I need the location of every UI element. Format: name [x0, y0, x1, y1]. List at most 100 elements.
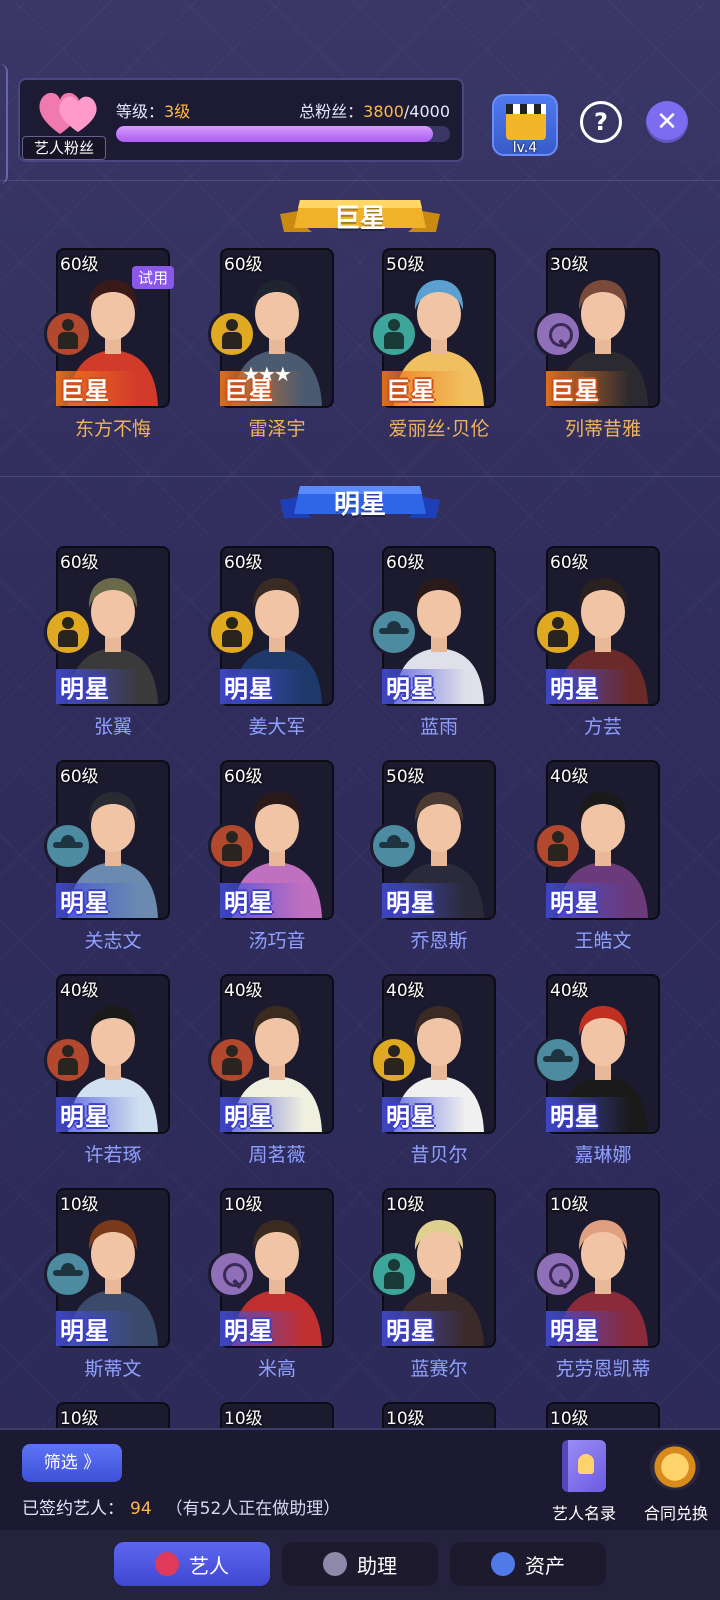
artist-rank-label: 明星 [56, 883, 140, 918]
star-card-partial[interactable]: 10级 [220, 1402, 334, 1428]
artist-rank-label: 明星 [220, 883, 304, 918]
lips-icon [155, 1552, 179, 1576]
artist-rank-label: 明星 [220, 669, 304, 704]
tab-assets-label: 资产 [525, 1553, 565, 1578]
artist-name: 米高 [257, 1358, 296, 1380]
artist-rank-label: 明星 [382, 1097, 466, 1132]
star-card[interactable]: 40级 明星 周茗薇 [208, 974, 334, 1166]
help-button[interactable]: ? [580, 101, 622, 143]
artist-name: 许若琢 [84, 1144, 142, 1166]
artist-level: 40级 [550, 981, 589, 1001]
artist-name: 克劳恩凯蒂 [555, 1358, 651, 1380]
section-divider [0, 476, 720, 477]
signed-count: 94 [130, 1499, 152, 1519]
artist-rank-label: 巨星 [382, 371, 466, 406]
superstar-card[interactable]: 50级 巨星 爱丽丝·贝伦 [370, 248, 496, 440]
star-section-title: 明星 [333, 490, 386, 520]
artist-rank-label: 明星 [382, 669, 466, 704]
role-badge-icon [208, 1036, 256, 1084]
role-badge-icon [534, 1036, 582, 1084]
star-card-partial[interactable]: 10级 [546, 1402, 660, 1428]
artist-level: 40级 [386, 981, 425, 1001]
contract-folder-icon [650, 1444, 700, 1490]
tab-assistants-label: 助理 [357, 1553, 397, 1578]
artist-name: 爱丽丝·贝伦 [388, 418, 490, 440]
star-card-partial[interactable]: 10级 [382, 1402, 496, 1428]
superstar-card[interactable]: 60级 巨星 雷泽宇 ★★★ [208, 248, 334, 440]
clapboard-icon [506, 104, 546, 140]
tab-artists[interactable]: 艺人 [114, 1542, 270, 1586]
superstar-section-title: 巨星 [333, 204, 386, 234]
artist-level: 10级 [224, 1195, 263, 1215]
header-divider [0, 180, 720, 181]
role-badge-icon [534, 608, 582, 656]
artist-level: 10级 [550, 1195, 589, 1215]
artist-level: 60级 [60, 767, 99, 787]
star-card[interactable]: 60级 明星 张翼 [44, 546, 170, 738]
star-card-partial[interactable]: 10级 [56, 1402, 170, 1428]
tab-assets[interactable]: 资产 [450, 1542, 606, 1586]
star-card[interactable]: 10级 明星 蓝赛尔 [370, 1188, 496, 1380]
role-badge-icon [208, 822, 256, 870]
artist-name: 斯蒂文 [84, 1358, 142, 1380]
role-badge-icon [370, 1036, 418, 1084]
star-card[interactable]: 10级 明星 克劳恩凯蒂 [534, 1188, 660, 1380]
artist-level: 10级 [224, 1409, 263, 1428]
fan-level-text: 等级：3级 [116, 98, 190, 122]
star-card[interactable]: 10级 明星 斯蒂文 [44, 1188, 170, 1380]
left-edge-handle [0, 64, 8, 184]
artist-rank-label: 明星 [56, 1097, 140, 1132]
tab-assistants[interactable]: 助理 [282, 1542, 438, 1586]
filter-button[interactable]: 筛选 》 [22, 1444, 122, 1482]
artist-rank-label: 明星 [546, 883, 630, 918]
artist-name: 昔贝尔 [410, 1144, 468, 1166]
superstar-card[interactable]: 30级 巨星 列蒂昔雅 [534, 248, 660, 440]
trial-badge: 试用 [131, 266, 174, 289]
role-badge-icon [370, 822, 418, 870]
close-button[interactable]: ✕ [646, 101, 688, 143]
artist-level: 50级 [386, 767, 425, 787]
role-badge-icon [370, 608, 418, 656]
role-badge-icon [44, 822, 92, 870]
star-card[interactable]: 60级 明星 姜大军 [208, 546, 334, 738]
contract-exchange-button[interactable]: 合同兑换 [636, 1436, 716, 1526]
star-card[interactable]: 50级 明星 乔恩斯 [370, 760, 496, 952]
tab-artists-label: 艺人 [189, 1553, 229, 1578]
star-card[interactable]: 60级 明星 关志文 [44, 760, 170, 952]
star-card[interactable]: 40级 明星 许若琢 [44, 974, 170, 1166]
double-heart-icon [39, 92, 97, 134]
clapboard-level-button[interactable]: lv.4 [492, 94, 558, 156]
signed-note: （有52人正在做助理） [165, 1499, 341, 1519]
star-card[interactable]: 10级 明星 米高 [208, 1188, 334, 1380]
artist-roster-button[interactable]: 艺人名录 [544, 1436, 624, 1526]
artist-rank-label: 巨星 [546, 371, 630, 406]
artist-level: 40级 [60, 981, 99, 1001]
role-badge-icon [44, 1036, 92, 1084]
artist-rank-label: 明星 [220, 1311, 304, 1346]
artist-level: 10级 [60, 1195, 99, 1215]
artist-name: 雷泽宇 [248, 418, 306, 440]
artist-level: 60级 [550, 553, 589, 573]
artist-name: 列蒂昔雅 [564, 418, 641, 440]
fan-tag-label: 艺人粉丝 [22, 136, 106, 160]
artist-level: 10级 [386, 1195, 425, 1215]
fan-level-panel: 艺人粉丝 等级：3级 总粉丝：3800/4000 [18, 78, 464, 162]
role-badge-icon [370, 1250, 418, 1298]
superstar-card[interactable]: 60级 巨星 东方不悔 试用 [44, 248, 174, 440]
artist-name: 嘉琳娜 [574, 1144, 632, 1166]
star-card[interactable]: 40级 明星 王皓文 [534, 760, 660, 952]
star-card[interactable]: 60级 明星 蓝雨 [370, 546, 496, 738]
clapboard-level-text: lv.4 [512, 140, 538, 156]
artist-roster-label: 艺人名录 [551, 1504, 616, 1523]
star-card[interactable]: 60级 明星 汤巧音 [208, 760, 334, 952]
role-badge-icon [208, 1250, 256, 1298]
star-card[interactable]: 40级 明星 嘉琳娜 [534, 974, 660, 1166]
artist-name: 东方不悔 [74, 418, 151, 440]
artist-rank-label: 明星 [382, 883, 466, 918]
star-section-banner: 明星 [280, 478, 440, 528]
artist-rank-label: 明星 [546, 669, 630, 704]
artist-rank-label: 明星 [56, 1311, 140, 1346]
role-badge-icon [44, 1250, 92, 1298]
star-card[interactable]: 40级 明星 昔贝尔 [370, 974, 496, 1166]
star-card[interactable]: 60级 明星 方芸 [534, 546, 660, 738]
